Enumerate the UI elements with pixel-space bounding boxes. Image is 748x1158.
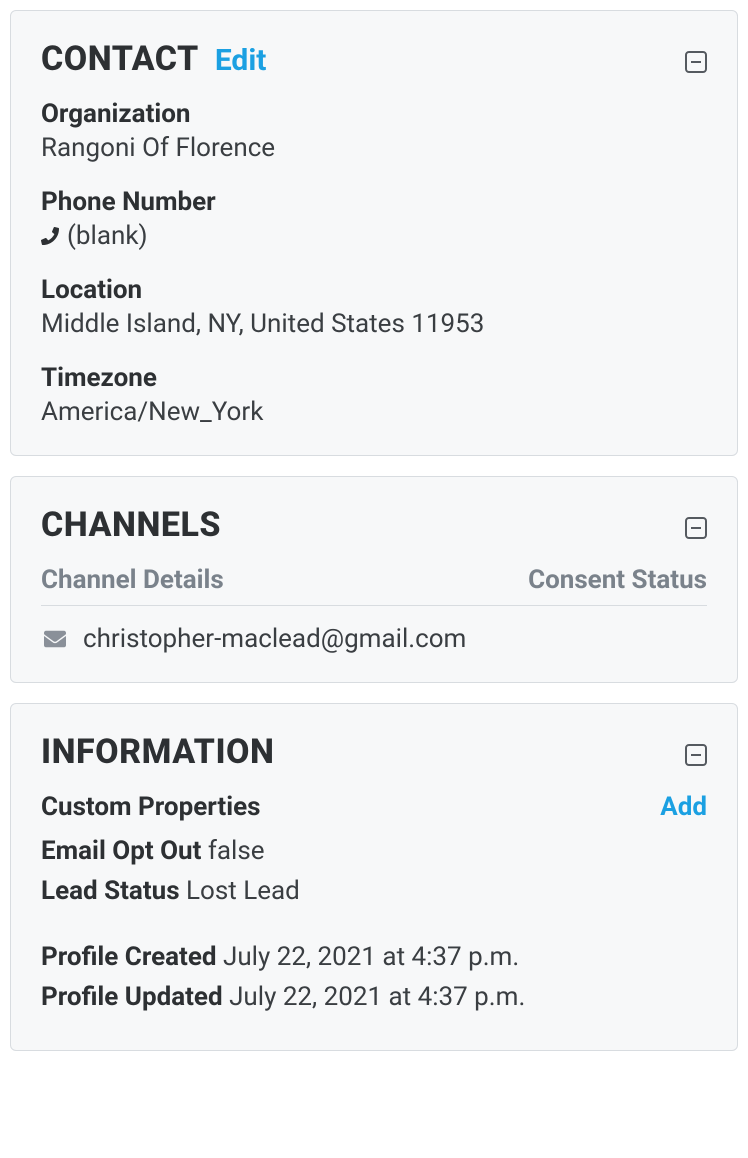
organization-value: Rangoni Of Florence	[41, 133, 707, 163]
channels-card: CHANNELS Channel Details Consent Status …	[10, 476, 738, 683]
location-field: Location Middle Island, NY, United State…	[41, 275, 707, 339]
lead-status-value: Lost Lead	[186, 876, 300, 906]
channels-header-left: CHANNELS	[41, 505, 221, 545]
information-header-left: INFORMATION	[41, 732, 274, 772]
information-card-header: INFORMATION	[41, 732, 707, 772]
channel-details-column: Channel Details	[41, 565, 224, 595]
channels-columns-row: Channel Details Consent Status	[41, 565, 707, 606]
collapse-toggle-icon[interactable]	[685, 744, 707, 766]
contact-header-left: CONTACT Edit	[41, 39, 266, 79]
envelope-icon	[41, 628, 69, 650]
contact-title: CONTACT	[41, 39, 199, 79]
lead-status-label: Lead Status	[41, 876, 180, 906]
profile-updated-value: July 22, 2021 at 4:37 p.m.	[229, 982, 525, 1012]
information-title: INFORMATION	[41, 732, 274, 772]
profile-updated-field: Profile Updated July 22, 2021 at 4:37 p.…	[41, 982, 707, 1012]
phone-icon	[41, 227, 59, 245]
add-custom-property-link[interactable]: Add	[660, 792, 707, 822]
channel-email-value: christopher-maclead@gmail.com	[83, 624, 466, 654]
profile-created-value: July 22, 2021 at 4:37 p.m.	[223, 942, 519, 972]
profile-created-field: Profile Created July 22, 2021 at 4:37 p.…	[41, 942, 707, 972]
custom-properties-title: Custom Properties	[41, 792, 261, 822]
timezone-label: Timezone	[41, 363, 707, 393]
channels-card-header: CHANNELS	[41, 505, 707, 545]
phone-value: (blank)	[67, 221, 148, 251]
custom-properties-header: Custom Properties Add	[41, 792, 707, 822]
consent-status-column: Consent Status	[528, 565, 707, 595]
timezone-field: Timezone America/New_York	[41, 363, 707, 427]
contact-card-header: CONTACT Edit	[41, 39, 707, 79]
profile-created-label: Profile Created	[41, 942, 217, 972]
collapse-toggle-icon[interactable]	[685, 517, 707, 539]
spacer	[41, 916, 707, 942]
email-opt-out-field: Email Opt Out false	[41, 836, 707, 866]
channel-row: christopher-maclead@gmail.com	[41, 624, 707, 654]
email-opt-out-value: false	[208, 836, 265, 866]
organization-field: Organization Rangoni Of Florence	[41, 99, 707, 163]
contact-edit-link[interactable]: Edit	[215, 43, 267, 78]
location-label: Location	[41, 275, 707, 305]
collapse-toggle-icon[interactable]	[685, 51, 707, 73]
phone-value-row: (blank)	[41, 221, 707, 251]
organization-label: Organization	[41, 99, 707, 129]
profile-updated-label: Profile Updated	[41, 982, 223, 1012]
channels-title: CHANNELS	[41, 505, 221, 545]
contact-card: CONTACT Edit Organization Rangoni Of Flo…	[10, 10, 738, 456]
location-value: Middle Island, NY, United States 11953	[41, 309, 707, 339]
information-card: INFORMATION Custom Properties Add Email …	[10, 703, 738, 1051]
timezone-value: America/New_York	[41, 397, 707, 427]
phone-label: Phone Number	[41, 187, 707, 217]
phone-field: Phone Number (blank)	[41, 187, 707, 251]
lead-status-field: Lead Status Lost Lead	[41, 876, 707, 906]
email-opt-out-label: Email Opt Out	[41, 836, 201, 866]
